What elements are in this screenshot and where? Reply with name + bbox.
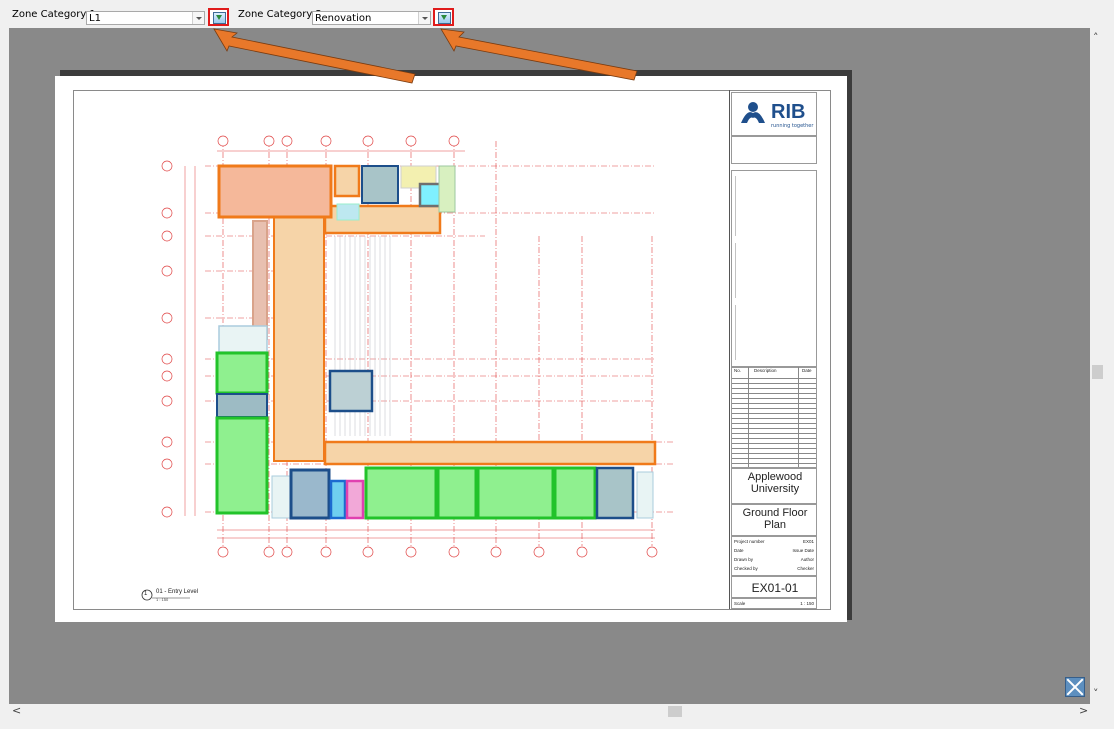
- zone-category-2-select[interactable]: Renovation: [312, 11, 431, 25]
- view-title: 1: [144, 590, 147, 597]
- date-value: Issue Date: [792, 548, 814, 553]
- fit-view-icon[interactable]: [1065, 677, 1085, 697]
- revision-date-header: Date: [802, 368, 812, 373]
- zone-category-1-value: L1: [89, 13, 101, 24]
- sheet-name-box: Ground Floor Plan: [731, 504, 817, 536]
- sheet-name: Ground Floor Plan: [742, 507, 808, 531]
- scroll-down-icon[interactable]: ˅: [1093, 688, 1099, 700]
- revision-no-header: No.: [734, 368, 742, 373]
- chevron-down-icon[interactable]: [418, 12, 430, 24]
- zone-category-2-value: Renovation: [315, 13, 372, 24]
- zone-toolbar: Zone Category 1: L1 Zone Category 2: Ren…: [0, 0, 1114, 28]
- rib-logo-icon: [741, 102, 765, 123]
- view-title-scale: 1 : 150: [156, 597, 169, 602]
- client-box: Applewood University: [731, 468, 817, 504]
- scale-label: Scale: [734, 601, 746, 606]
- scroll-right-icon[interactable]: >: [1079, 705, 1088, 717]
- client-name: Applewood University: [747, 471, 803, 495]
- drawn-by: Author: [800, 557, 814, 562]
- filter-icon: [438, 12, 451, 24]
- horizontal-scrollbar[interactable]: < >: [9, 704, 1090, 719]
- rib-logo: RIB running together: [731, 92, 817, 136]
- rib-logo-text: RIB: [771, 101, 806, 123]
- horizontal-scroll-thumb[interactable]: [668, 706, 682, 717]
- date-label: Date: [734, 548, 744, 553]
- vertical-scroll-thumb[interactable]: [1092, 365, 1103, 379]
- scroll-up-icon[interactable]: ˄: [1093, 32, 1099, 44]
- title-block: RIB running together No. Description Dat…: [729, 90, 820, 609]
- title-block-info-strip: [731, 136, 817, 164]
- sheet-number: EX01-01: [751, 581, 799, 595]
- zone-category-2-filter-button[interactable]: [433, 8, 454, 26]
- filter-icon: [213, 12, 226, 24]
- zone-category-1-filter-button[interactable]: [208, 8, 229, 26]
- project-number-label: Project number: [734, 539, 765, 544]
- drawn-by-label: Drawn by: [734, 557, 754, 562]
- checked-by: Checker: [797, 566, 814, 571]
- rib-logo-tagline: running together: [771, 123, 814, 129]
- scroll-left-icon[interactable]: <: [12, 705, 21, 717]
- sheet-number-box: EX01-01: [731, 576, 817, 598]
- chevron-down-icon[interactable]: [192, 12, 204, 24]
- consultants-panel: [731, 170, 817, 368]
- revision-description-header: Description: [754, 368, 777, 373]
- floor-plan-drawing: [141, 135, 675, 601]
- checked-by-label: Checked by: [734, 566, 758, 571]
- sheet-metadata: Project number EX01 Date Issue Date Draw…: [731, 536, 817, 576]
- view-number: 1: [144, 591, 148, 597]
- view-title-name: 01 - Entry Level: [156, 589, 199, 595]
- revision-table: No. Description Date: [731, 366, 817, 468]
- zone-category-1-select[interactable]: L1: [86, 11, 205, 25]
- vertical-scrollbar[interactable]: ˄ ˅: [1090, 28, 1105, 704]
- scale-value: 1 : 150: [800, 601, 814, 606]
- annotation-arrows: [213, 28, 638, 84]
- project-number: EX01: [802, 539, 814, 544]
- drawing-sheet: 1 01 - Entry Level 1 : 150 RIB running t…: [55, 76, 847, 622]
- drawing-viewport[interactable]: 1 01 - Entry Level 1 : 150 RIB running t…: [9, 28, 1090, 704]
- scale-box: Scale 1 : 150: [731, 598, 817, 609]
